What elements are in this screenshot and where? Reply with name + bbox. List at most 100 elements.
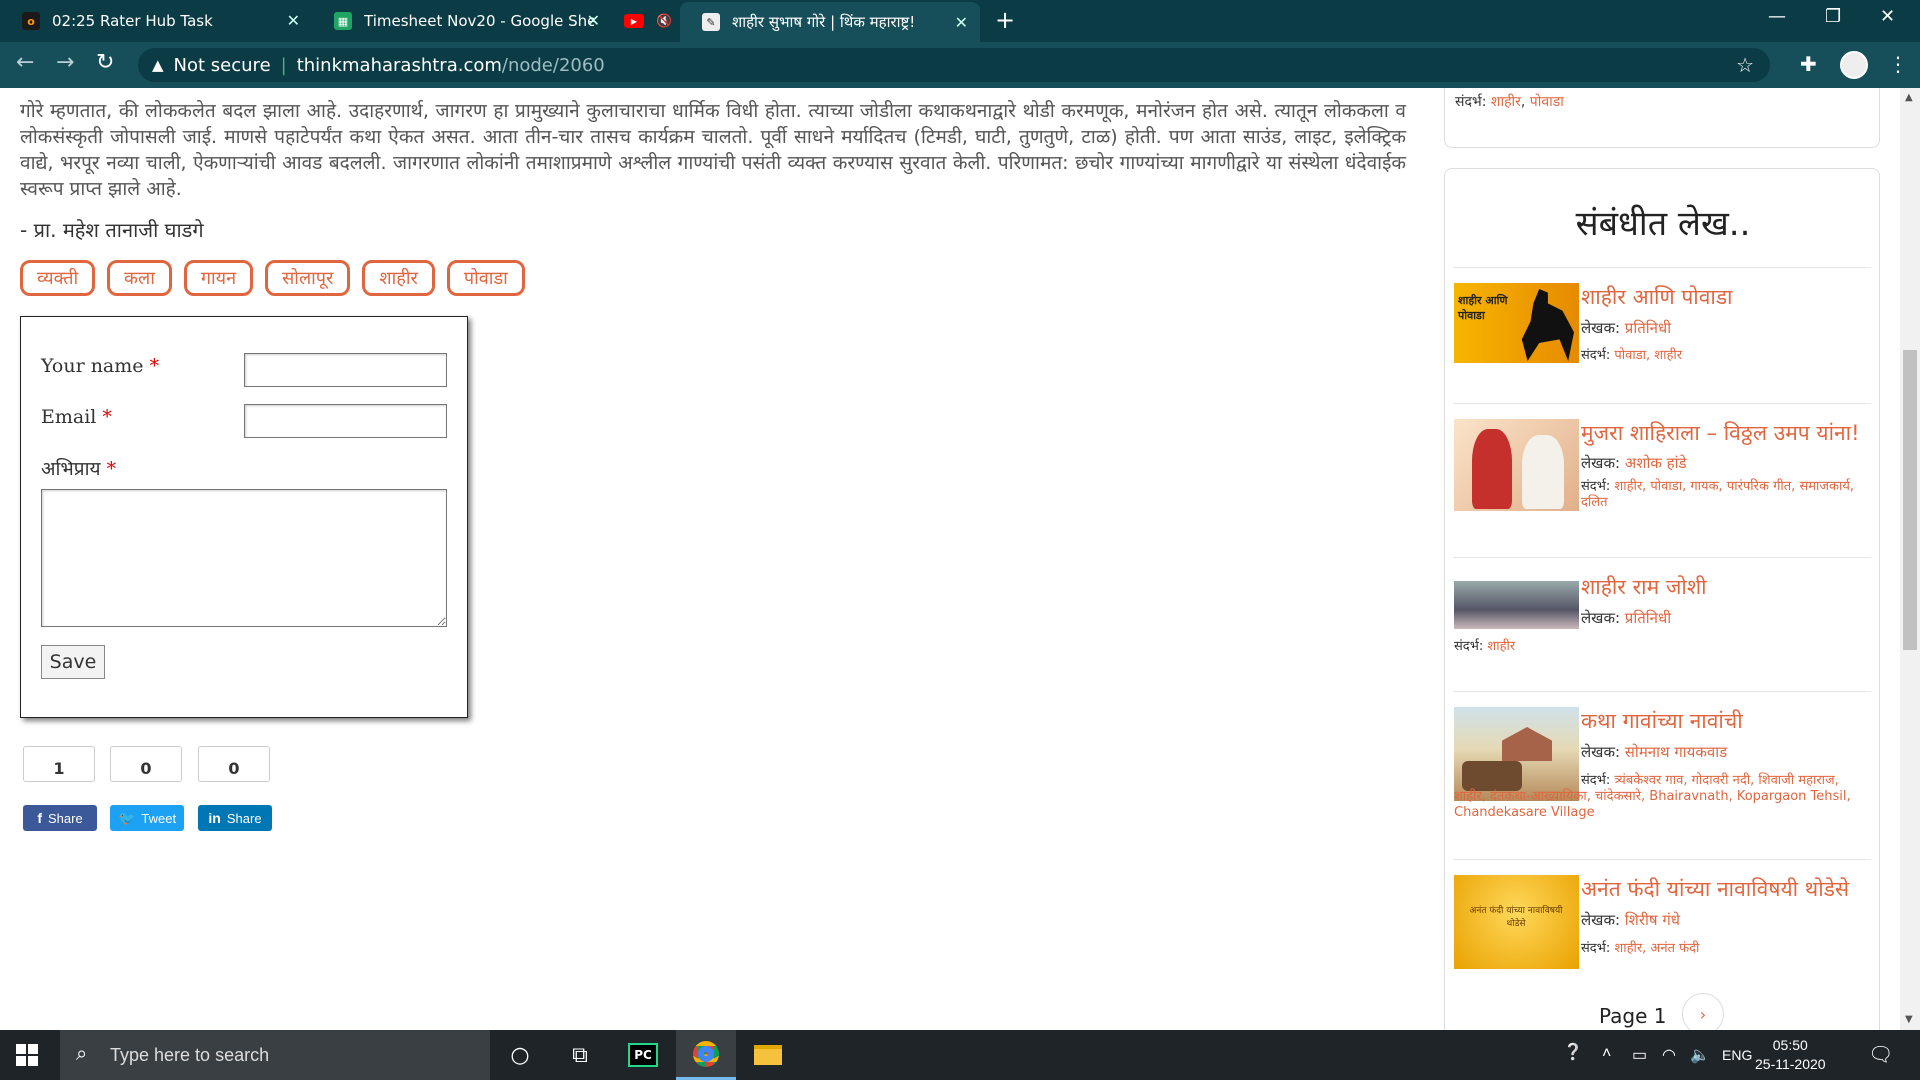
- tag-link[interactable]: गायन: [183, 260, 254, 296]
- ref-links[interactable]: शाहीर, अनंत फंदी: [1614, 941, 1699, 956]
- tab-timesheet[interactable]: ▦ Timesheet Nov20 - Google Sheet ✕: [312, 0, 612, 42]
- scroll-up-arrow-icon[interactable]: ▲: [1905, 92, 1913, 103]
- pycharm-icon[interactable]: PC: [613, 1030, 673, 1080]
- task-view-icon[interactable]: ⧉: [550, 1030, 610, 1080]
- restore-icon[interactable]: ❐: [1825, 6, 1841, 27]
- performer-figure: [1522, 435, 1564, 509]
- chrome-logo: [693, 1040, 719, 1067]
- author-label: लेखक:: [1581, 454, 1621, 472]
- profile-avatar[interactable]: [1840, 51, 1868, 79]
- muted-audio-icon[interactable]: 🔇: [656, 14, 672, 29]
- article-thumbnail[interactable]: शाहीर आणि पोवाडा: [1454, 283, 1579, 363]
- tab-title: शाहीर सुभाष गोरे | थिंक महाराष्ट्र!: [732, 13, 916, 31]
- tab-title: 02:25 Rater Hub Task: [52, 12, 213, 30]
- ref-links[interactable]: शाहीर: [1487, 639, 1515, 654]
- next-page-button[interactable]: ›: [1682, 993, 1724, 1030]
- email-label-text: Email: [41, 406, 97, 428]
- help-icon[interactable]: ❔: [1563, 1042, 1583, 1062]
- file-explorer-icon[interactable]: [738, 1030, 798, 1080]
- reload-icon[interactable]: ↻: [96, 50, 114, 75]
- tab-rater-hub[interactable]: o 02:25 Rater Hub Task ✕: [0, 0, 312, 42]
- vertical-scrollbar[interactable]: ▲ ▼: [1900, 88, 1920, 1030]
- related-article-title[interactable]: अनंत फंदी यांच्या नावाविषयी थोडेसे: [1581, 875, 1849, 903]
- author-link[interactable]: शिरीष गंधे: [1625, 911, 1680, 929]
- security-label[interactable]: Not secure: [174, 55, 271, 76]
- scroll-down-arrow-icon[interactable]: ▼: [1905, 1014, 1913, 1025]
- ref-link[interactable]: पोवाडा: [1530, 94, 1564, 110]
- author-link[interactable]: अशोक हांडे: [1625, 454, 1687, 472]
- system-clock[interactable]: 05:50 25-11-2020: [1755, 1036, 1826, 1074]
- article-thumbnail[interactable]: [1454, 581, 1579, 629]
- volume-icon[interactable]: 🔈: [1690, 1045, 1710, 1065]
- tag-list: व्यक्ती कला गायन सोलापूर शाहीर पोवाडा: [20, 260, 525, 296]
- related-article-title[interactable]: मुजरा शाहिराला – विठ्ठल उमप यांना!: [1581, 419, 1860, 447]
- facebook-icon: f: [37, 810, 42, 826]
- article-thumbnail[interactable]: [1454, 419, 1579, 511]
- browser-toolbar: ← → ↻ ▲ Not secure | thinkmaharashtra.co…: [0, 42, 1920, 88]
- related-article-author: लेखक: प्रतिनिधी: [1581, 318, 1671, 338]
- save-button[interactable]: Save: [41, 645, 105, 679]
- name-field[interactable]: [244, 353, 447, 387]
- name-label: Your name *: [41, 355, 159, 377]
- close-tab-icon[interactable]: ✕: [587, 11, 600, 30]
- minimize-icon[interactable]: —: [1768, 6, 1786, 27]
- author-link[interactable]: प्रतिनिधी: [1625, 319, 1671, 337]
- close-tab-icon[interactable]: ✕: [287, 11, 300, 30]
- tag-link[interactable]: कला: [107, 260, 172, 296]
- related-article-title[interactable]: शाहीर आणि पोवाडा: [1581, 283, 1733, 311]
- linkedin-share-button[interactable]: in Share: [198, 805, 272, 831]
- required-mark: *: [102, 406, 112, 428]
- folder-logo: [754, 1045, 782, 1065]
- close-tab-icon[interactable]: ✕: [955, 13, 968, 32]
- ref-label: संदर्भ:: [1581, 941, 1611, 956]
- battery-icon[interactable]: ▭: [1632, 1045, 1647, 1065]
- warning-icon[interactable]: ▲: [152, 56, 164, 74]
- tab-youtube[interactable]: ▶ 🔇: [612, 0, 678, 42]
- back-icon[interactable]: ←: [16, 50, 34, 75]
- menu-kebab-icon[interactable]: ⋮: [1888, 52, 1908, 76]
- scrollbar-thumb[interactable]: [1903, 350, 1917, 650]
- twitter-icon: 🐦: [117, 809, 136, 826]
- tag-link[interactable]: सोलापूर: [265, 260, 351, 296]
- ref-link[interactable]: शाहीर: [1491, 94, 1521, 110]
- new-tab-button[interactable]: +: [995, 6, 1015, 34]
- author-label: लेखक:: [1581, 609, 1621, 627]
- article-body: गोरे म्हणतात, की लोककलेत बदल झाला आहे. उ…: [20, 100, 1406, 200]
- chrome-icon[interactable]: [676, 1030, 736, 1080]
- ref-links[interactable]: त्र्यंबकेश्वर गाव, गोदावरी नदी, शिवाजी म…: [1454, 773, 1851, 820]
- twitter-tweet-button[interactable]: 🐦 Tweet: [110, 805, 184, 831]
- show-hidden-icons-icon[interactable]: ˄: [1602, 1045, 1611, 1063]
- forward-icon[interactable]: →: [56, 50, 74, 75]
- facebook-share-button[interactable]: f Share: [23, 805, 97, 831]
- author-link[interactable]: प्रतिनिधी: [1625, 609, 1671, 627]
- windows-start-icon[interactable]: [16, 1044, 38, 1066]
- comment-textarea[interactable]: [41, 489, 447, 627]
- related-article-title[interactable]: कथा गावांच्या नावांची: [1581, 707, 1743, 735]
- required-mark: *: [106, 458, 117, 480]
- ref-label: संदर्भ:: [1581, 479, 1611, 494]
- language-indicator[interactable]: ENG: [1722, 1047, 1752, 1063]
- author-link[interactable]: सोमनाथ गायकवाड: [1625, 743, 1727, 761]
- related-article-title[interactable]: शाहीर राम जोशी: [1581, 573, 1707, 601]
- close-window-icon[interactable]: ✕: [1880, 6, 1895, 27]
- address-bar[interactable]: ▲ Not secure | thinkmaharashtra.com /nod…: [138, 48, 1770, 82]
- taskbar-search-box[interactable]: ⌕ Type here to search: [60, 1030, 490, 1080]
- tag-link[interactable]: व्यक्ती: [20, 260, 96, 296]
- article-thumbnail[interactable]: अनंत फंदी यांच्या नावाविषयी थोडेसे: [1454, 875, 1579, 969]
- bookmark-star-icon[interactable]: ☆: [1736, 53, 1754, 77]
- url-path: /node/2060: [501, 54, 605, 76]
- related-article-refs: संदर्भ: शाहीर, अनंत फंदी: [1581, 941, 1699, 957]
- extensions-icon[interactable]: ✚: [1800, 52, 1817, 76]
- tab-think-maharashtra[interactable]: ✎ शाहीर सुभाष गोरे | थिंक महाराष्ट्र! ✕: [680, 2, 980, 42]
- author-label: लेखक:: [1581, 319, 1621, 337]
- browser-tab-strip: o 02:25 Rater Hub Task ✕ ▦ Timesheet Nov…: [0, 0, 1920, 42]
- wifi-icon[interactable]: ◠: [1662, 1045, 1676, 1065]
- notifications-icon[interactable]: 🗨: [1868, 1042, 1893, 1067]
- email-field[interactable]: [244, 404, 447, 438]
- cortana-icon[interactable]: ○: [490, 1030, 550, 1080]
- ref-links[interactable]: पोवाडा, शाहीर: [1614, 348, 1682, 363]
- tag-link[interactable]: शाहीर: [362, 260, 435, 296]
- tag-link[interactable]: पोवाडा: [446, 260, 525, 296]
- ref-links[interactable]: शाहीर, पोवाडा, गायक, पारंपरिक गीत, समाजक…: [1581, 479, 1854, 510]
- email-label: Email *: [41, 406, 112, 428]
